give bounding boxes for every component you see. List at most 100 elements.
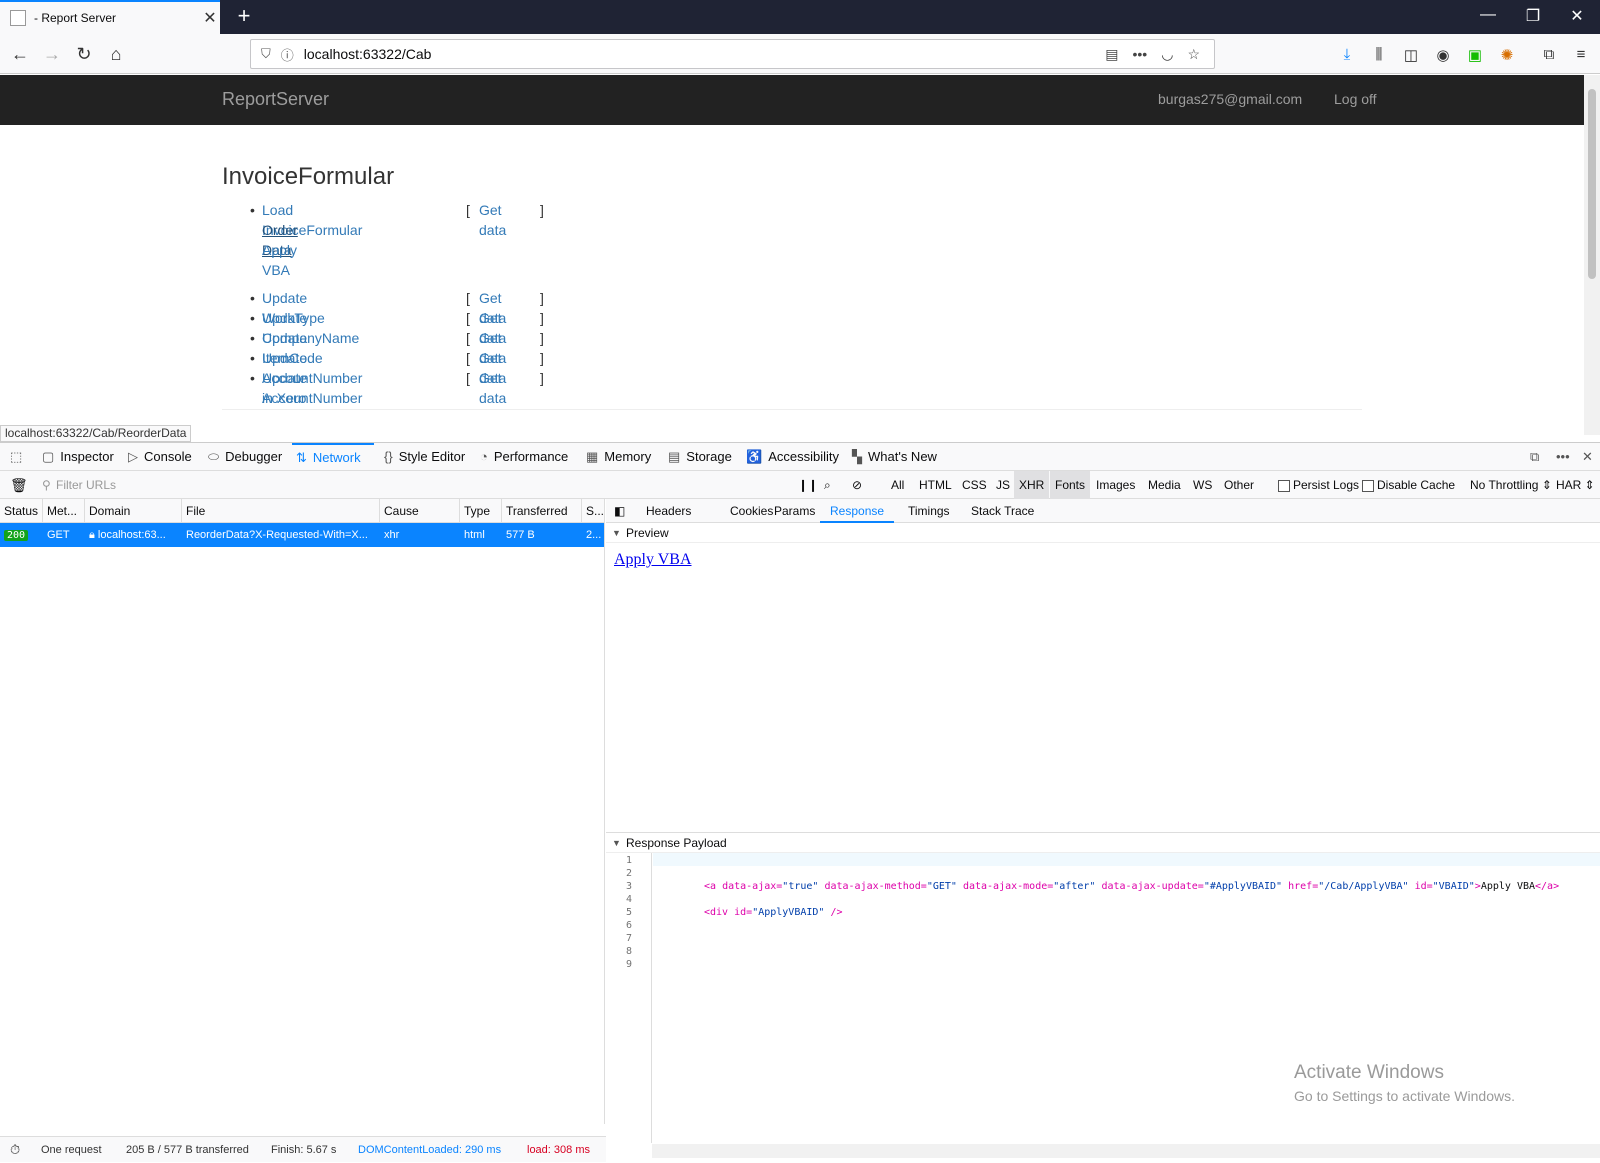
filter-fonts[interactable]: Fonts xyxy=(1050,471,1091,499)
sidebar-icon[interactable]: ◫ xyxy=(1400,46,1422,64)
menu-icon[interactable]: ≡ xyxy=(1570,46,1592,63)
current-line-highlight xyxy=(653,853,1600,866)
tab-console[interactable]: ▷ Console xyxy=(124,443,192,471)
throttling-select[interactable]: No Throttling ⇕ xyxy=(1470,471,1552,499)
code-token: "GET" xyxy=(926,881,957,892)
cause-cell: xhr xyxy=(384,529,400,541)
url-text[interactable]: localhost:63322/Cab xyxy=(304,46,1105,62)
filter-xhr[interactable]: XHR xyxy=(1014,471,1050,499)
disable-cache-checkbox[interactable]: Disable Cache xyxy=(1362,471,1455,499)
page-viewport: ReportServer burgas275@gmail.com Log off… xyxy=(0,75,1584,435)
apply-vba-link[interactable]: Apply VBA xyxy=(262,240,297,280)
user-email-link[interactable]: burgas275@gmail.com xyxy=(1158,91,1302,107)
stopwatch-icon[interactable]: ⏱ xyxy=(10,1137,20,1163)
extension-icon[interactable]: ✺ xyxy=(1496,46,1518,64)
page-scrollbar[interactable] xyxy=(1584,75,1600,435)
home-icon[interactable]: ⌂ xyxy=(103,42,129,66)
scrollbar-thumb[interactable] xyxy=(1588,89,1596,279)
pocket-icon[interactable]: ◡ xyxy=(1161,46,1173,63)
tab-headers[interactable]: Headers xyxy=(646,499,691,523)
browser-tab[interactable]: - Report Server ✕ xyxy=(0,0,220,34)
collapse-triangle-icon[interactable]: ▼ xyxy=(612,833,621,853)
collapse-triangle-icon[interactable]: ▼ xyxy=(612,523,621,543)
filter-html[interactable]: HTML xyxy=(914,471,957,499)
bookmark-star-icon[interactable]: ☆ xyxy=(1187,46,1200,63)
tab-params[interactable]: Params xyxy=(774,499,815,523)
tab-timings[interactable]: Timings xyxy=(908,499,950,523)
trash-icon[interactable]: 🗑 xyxy=(10,471,28,499)
col-method[interactable]: Met... xyxy=(43,499,85,523)
more-options-icon[interactable]: ••• xyxy=(1552,443,1576,471)
filter-all[interactable]: All xyxy=(886,471,909,499)
tab-inspector[interactable]: ▢ Inspector xyxy=(38,443,114,471)
dock-icon[interactable]: ⧉ xyxy=(1526,443,1545,471)
preview-section-header[interactable]: ▼ Preview xyxy=(606,523,1600,543)
forward-icon[interactable]: → xyxy=(39,42,65,66)
close-window-icon[interactable]: ✕ xyxy=(1562,6,1592,26)
tab-network[interactable]: ⇅ Network xyxy=(292,443,374,471)
filter-css[interactable]: CSS xyxy=(957,471,992,499)
toggle-sidebar-icon[interactable]: ◧ xyxy=(614,499,625,523)
filter-js[interactable]: JS xyxy=(991,471,1015,499)
filter-images[interactable]: Images xyxy=(1091,471,1140,499)
info-icon[interactable]: ⓘ xyxy=(281,45,294,64)
filter-ws[interactable]: WS xyxy=(1188,471,1217,499)
filter-media[interactable]: Media xyxy=(1143,471,1186,499)
checkbox-box[interactable] xyxy=(1362,479,1374,492)
reader-view-icon[interactable]: ▤ xyxy=(1105,46,1118,63)
update-accountnumber-link[interactable]: Update AccountNumber xyxy=(262,368,362,408)
get-data-link[interactable]: Get data xyxy=(479,368,506,408)
pause-icon[interactable]: ❙❙ xyxy=(798,471,818,499)
table-row[interactable]: 200 GET 🔒︎ localhost:63... ReorderData?X… xyxy=(0,523,604,547)
checkbox-box[interactable] xyxy=(1278,479,1290,492)
col-file[interactable]: File xyxy=(182,499,380,523)
shield-icon[interactable]: ⛉ xyxy=(261,46,271,62)
col-size[interactable]: S... xyxy=(582,499,605,523)
col-status[interactable]: Status xyxy=(0,499,43,523)
col-domain[interactable]: Domain xyxy=(85,499,182,523)
restore-icon[interactable]: ❐ xyxy=(1518,6,1548,26)
close-devtools-icon[interactable]: ✕ xyxy=(1578,443,1599,471)
tab-stack-trace[interactable]: Stack Trace xyxy=(971,499,1034,523)
col-cause[interactable]: Cause xyxy=(380,499,460,523)
har-menu[interactable]: HAR ⇕ xyxy=(1556,471,1595,499)
filter-urls-input[interactable]: Filter URLs xyxy=(56,471,116,499)
download-icon[interactable]: ⤓ xyxy=(1336,46,1358,63)
logoff-link[interactable]: Log off xyxy=(1334,91,1377,107)
block-icon[interactable]: ⊘ xyxy=(852,471,862,499)
filter-other[interactable]: Other xyxy=(1219,471,1259,499)
extension-save-icon[interactable]: ▣ xyxy=(1464,46,1486,64)
bracket-close: ] xyxy=(540,330,544,346)
tab-memory[interactable]: ▦ Memory xyxy=(582,443,651,471)
back-icon[interactable]: ← xyxy=(7,42,33,66)
line-number: 6 xyxy=(626,920,633,931)
search-icon[interactable]: ⌕ xyxy=(824,471,831,499)
account-icon[interactable]: ◉ xyxy=(1432,46,1454,64)
new-tab-button[interactable]: + xyxy=(232,4,256,28)
tab-response[interactable]: Response xyxy=(820,499,895,523)
library-icon[interactable]: ⫼ xyxy=(1368,46,1390,63)
extensions-icon[interactable]: ⧉ xyxy=(1538,46,1560,63)
element-picker-icon[interactable]: ⬚ xyxy=(6,443,28,471)
close-tab-icon[interactable]: ✕ xyxy=(200,8,220,28)
payload-horizontal-scrollbar[interactable] xyxy=(652,1144,1600,1158)
tab-accessibility[interactable]: ♿ Accessibility xyxy=(742,443,839,471)
tab-performance[interactable]: ◔ Performance xyxy=(476,443,568,471)
minimize-icon[interactable]: — xyxy=(1473,6,1503,24)
brand-link[interactable]: ReportServer xyxy=(222,89,329,110)
tab-debugger[interactable]: ⬭ Debugger xyxy=(204,443,282,471)
tab-storage[interactable]: ▤ Storage xyxy=(664,443,732,471)
page-actions-icon[interactable]: ••• xyxy=(1133,46,1148,62)
tab-whats-new[interactable]: ▚ What's New xyxy=(848,443,937,471)
col-type[interactable]: Type xyxy=(460,499,502,523)
persist-logs-checkbox[interactable]: Persist Logs xyxy=(1278,471,1359,499)
tab-style-editor[interactable]: {} Style Editor xyxy=(380,443,465,471)
preview-apply-vba-link[interactable]: Apply VBA xyxy=(614,551,692,569)
reload-icon[interactable]: ↻ xyxy=(71,42,97,66)
col-transferred[interactable]: Transferred xyxy=(502,499,582,523)
get-data-link[interactable]: Get data xyxy=(479,200,506,240)
tab-cookies[interactable]: Cookies xyxy=(730,499,773,523)
payload-section-header[interactable]: ▼ Response Payload xyxy=(606,833,1600,853)
tab-label: What's New xyxy=(868,449,937,464)
url-bar[interactable]: ⛉ ⓘ localhost:63322/Cab ▤ ••• ◡ ☆ xyxy=(250,39,1215,69)
